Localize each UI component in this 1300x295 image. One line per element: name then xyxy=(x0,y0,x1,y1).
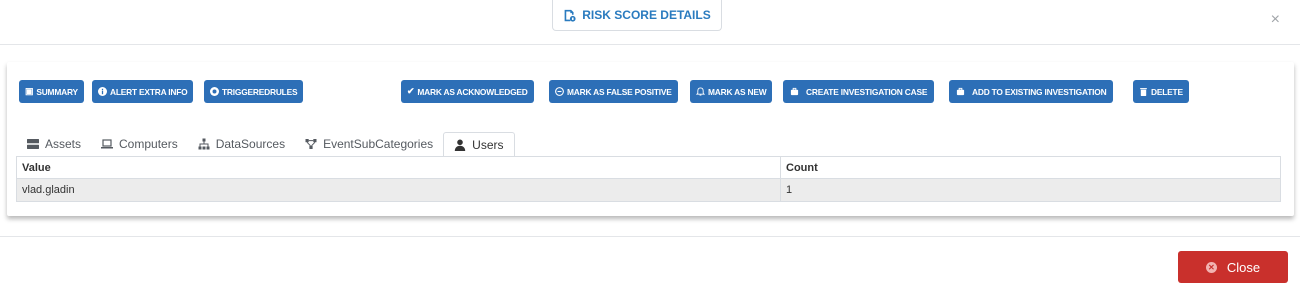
tab-eventsubcategories[interactable]: EventSubCategories xyxy=(295,131,443,157)
details-tabs: Assets Computers DataSources EventSubCat… xyxy=(17,131,515,158)
briefcase-icon xyxy=(956,87,965,96)
modal-title: RISK SCORE DETAILS xyxy=(582,8,711,22)
details-panel: ▣ SUMMARY ALERT EXTRA INFO TRIGGEREDRULE… xyxy=(7,62,1294,216)
refresh-icon xyxy=(210,87,219,96)
mark-acknowledged-button[interactable]: ✔ MARK AS ACKNOWLEDGED xyxy=(401,80,534,103)
header-divider xyxy=(0,44,1300,45)
cell-value: vlad.gladin xyxy=(17,179,781,201)
cell-count: 1 xyxy=(786,184,793,196)
bell-icon xyxy=(696,87,705,96)
summary-button[interactable]: ▣ SUMMARY xyxy=(19,80,84,103)
tab-assets-label: Assets xyxy=(45,137,82,151)
sitemap-icon xyxy=(198,138,210,150)
column-header-count[interactable]: Count xyxy=(781,157,1280,178)
alert-extra-info-button[interactable]: ALERT EXTRA INFO xyxy=(92,80,194,103)
tab-computers[interactable]: Computers xyxy=(91,131,188,157)
add-to-existing-investigation-label: ADD TO EXISTING INVESTIGATION xyxy=(972,86,1107,97)
risk-score-title-tab: RISK SCORE DETAILS xyxy=(552,0,722,31)
clipboard-icon: ▣ xyxy=(25,86,34,96)
users-table: Value Count vlad.gladin 1 xyxy=(16,156,1281,202)
triggered-rules-button[interactable]: TRIGGEREDRULES xyxy=(204,80,304,103)
document-icon xyxy=(564,9,576,22)
tab-computers-label: Computers xyxy=(119,137,178,151)
mark-new-button[interactable]: MARK AS NEW xyxy=(690,80,773,103)
footer-divider xyxy=(0,236,1300,237)
tab-eventsubcategories-label: EventSubCategories xyxy=(323,137,434,151)
tab-users-label: Users xyxy=(472,138,504,152)
close-circle-icon: ✕ xyxy=(1205,261,1217,273)
column-header-value[interactable]: Value xyxy=(17,157,781,178)
create-investigation-case-label: CREATE INVESTIGATION CASE xyxy=(806,86,928,97)
briefcase-icon xyxy=(790,87,799,96)
nodes-icon xyxy=(305,139,317,149)
table-header-row: Value Count xyxy=(17,157,1280,179)
laptop-icon xyxy=(101,139,114,149)
delete-button[interactable]: DELETE xyxy=(1133,80,1189,103)
table-row[interactable]: vlad.gladin 1 xyxy=(17,179,1280,201)
tab-datasources-label: DataSources xyxy=(215,137,286,151)
add-to-existing-investigation-button[interactable]: ADD TO EXISTING INVESTIGATION xyxy=(949,80,1114,103)
mark-false-positive-label: MARK AS FALSE POSITIVE xyxy=(567,86,672,97)
mark-false-positive-button[interactable]: MARK AS FALSE POSITIVE xyxy=(549,80,678,103)
delete-label: DELETE xyxy=(1151,86,1183,97)
info-icon xyxy=(98,87,107,96)
tab-datasources[interactable]: DataSources xyxy=(188,131,295,157)
alert-extra-info-label: ALERT EXTRA INFO xyxy=(110,86,188,97)
mark-acknowledged-label: MARK AS ACKNOWLEDGED xyxy=(417,86,528,97)
risk-score-modal: RISK SCORE DETAILS × ▣ SUMMARY ALERT EXT… xyxy=(0,0,1300,295)
close-icon[interactable]: × xyxy=(1271,11,1280,29)
server-icon xyxy=(27,139,39,149)
summary-label: SUMMARY xyxy=(36,86,78,97)
create-investigation-case-button[interactable]: CREATE INVESTIGATION CASE xyxy=(783,80,935,103)
user-icon xyxy=(454,139,466,151)
check-icon: ✔ xyxy=(407,86,415,96)
trash-icon xyxy=(1140,88,1147,96)
triggered-rules-label: TRIGGEREDRULES xyxy=(222,86,298,97)
close-button-label: Close xyxy=(1226,259,1261,275)
tab-users[interactable]: Users xyxy=(443,132,515,158)
close-button[interactable]: ✕ Close xyxy=(1178,251,1288,283)
mark-new-label: MARK AS NEW xyxy=(708,86,767,97)
tab-assets[interactable]: Assets xyxy=(17,131,91,157)
minus-circle-icon xyxy=(555,87,564,96)
